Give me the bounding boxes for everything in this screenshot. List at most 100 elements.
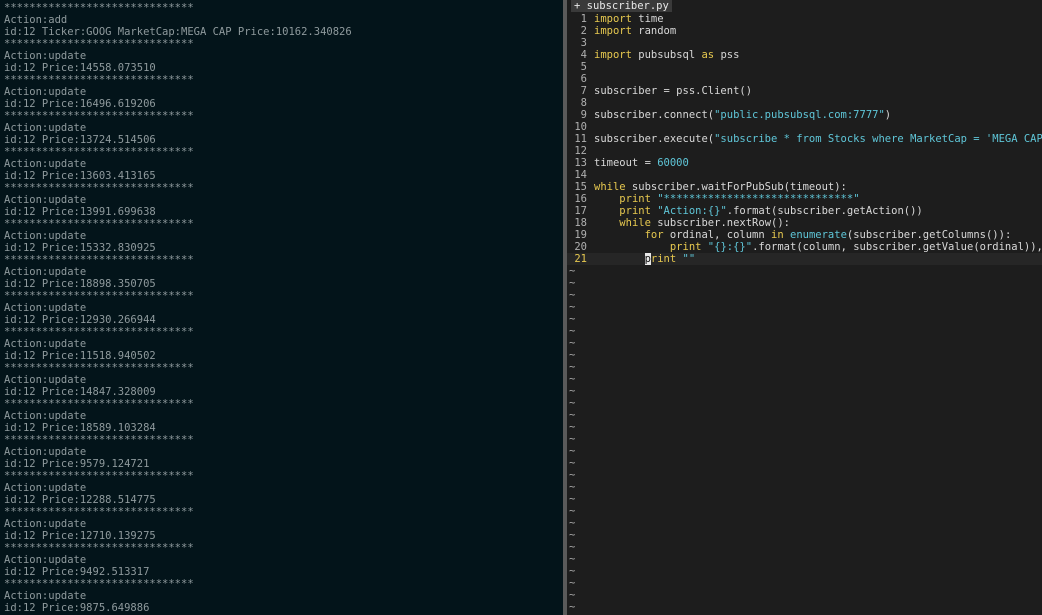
line-number: 19	[574, 229, 587, 241]
code-line[interactable]: 3	[567, 37, 1042, 49]
screen: ****************************** Action:add…	[0, 0, 1042, 615]
code-line[interactable]: 15 while subscriber.waitForPubSub(timeout…	[567, 181, 1042, 193]
code-token: import	[594, 49, 632, 61]
line-number: 2	[580, 25, 587, 37]
terminal-line: ******************************	[4, 542, 194, 554]
code-token: ordinal, column	[663, 229, 772, 241]
empty-line-tilde: ~	[569, 577, 576, 589]
code-line[interactable]: 16 print "******************************…	[567, 193, 1042, 205]
empty-line-tilde: ~	[569, 385, 576, 397]
empty-line-tilde: ~	[569, 541, 576, 553]
terminal-line: ******************************	[4, 434, 194, 446]
line-number: 9	[580, 109, 587, 121]
code-line[interactable]: 8	[567, 97, 1042, 109]
terminal-line: id:12 Price:18589.103284	[4, 422, 156, 434]
line-number: 8	[580, 97, 587, 109]
empty-line-tilde: ~	[569, 469, 576, 481]
terminal-line: Action:update	[4, 410, 87, 422]
terminal-pane[interactable]: ****************************** Action:add…	[0, 0, 563, 615]
terminal-line: ******************************	[4, 506, 194, 518]
code-token: subscriber = pss.Client()	[594, 85, 753, 97]
code-line[interactable]: 7 subscriber = pss.Client()	[567, 85, 1042, 97]
terminal-line: Action:add	[4, 14, 68, 26]
empty-line-tilde: ~	[569, 409, 576, 421]
code-line[interactable]: 2 import random	[567, 25, 1042, 37]
terminal-line: id:12 Price:18898.350705	[4, 278, 156, 290]
terminal-line: Action:update	[4, 302, 87, 314]
code-line[interactable]: 19 for ordinal, column in enumerate(subs…	[567, 229, 1042, 241]
terminal-line: id:12 Price:9492.513317	[4, 566, 150, 578]
code-line[interactable]: 12	[567, 145, 1042, 157]
terminal-line: ******************************	[4, 146, 194, 158]
code-line[interactable]: 13 timeout = 60000	[567, 157, 1042, 169]
terminal-line: id:12 Price:13991.699638	[4, 206, 156, 218]
code-line[interactable]: 14	[567, 169, 1042, 181]
code-line[interactable]: 10	[567, 121, 1042, 133]
terminal-line: Action:update	[4, 590, 87, 602]
terminal-line: Action:update	[4, 122, 87, 134]
terminal-line: ******************************	[4, 326, 194, 338]
terminal-line: ******************************	[4, 38, 194, 50]
editor-pane[interactable]: + subscriber.py 1 import time 2 import rand…	[567, 0, 1042, 615]
terminal-line: id:12 Price:14847.328009	[4, 386, 156, 398]
terminal-line: Action:update	[4, 50, 87, 62]
empty-line-tilde: ~	[569, 517, 576, 529]
terminal-line: Action:update	[4, 194, 87, 206]
terminal-line: Action:update	[4, 158, 87, 170]
code-line[interactable]: 17 print "Action:{}".format(subscriber.g…	[567, 205, 1042, 217]
code-line[interactable]: 9 subscriber.connect("public.pubsubsql.co…	[567, 109, 1042, 121]
code-token: in	[771, 229, 784, 241]
empty-line-tilde: ~	[569, 565, 576, 577]
line-number: 6	[580, 73, 587, 85]
code-token: subscriber.nextRow():	[650, 217, 790, 229]
code-token: while	[594, 181, 626, 193]
code-token: "Action:{}"	[657, 205, 727, 217]
terminal-line: ******************************	[4, 182, 194, 194]
code-token: .format(column, subscriber.getValue(ordi…	[752, 241, 1042, 253]
code-token: .format(subscriber.getAction())	[726, 205, 923, 217]
code-line[interactable]: 1 import time	[567, 13, 1042, 25]
terminal-line: ******************************	[4, 398, 194, 410]
code-line[interactable]: 4 import pubsubsql as pss	[567, 49, 1042, 61]
code-token: (subscriber.getColumns()):	[846, 229, 1012, 241]
code-token: "public.pubsubsql.com:7777"	[714, 109, 885, 121]
code-token: "subscribe * from Stocks where MarketCap…	[714, 133, 1042, 145]
line-number: 11	[574, 133, 587, 145]
code-line[interactable]: 21 print ""	[567, 253, 1042, 265]
empty-line-tilde: ~	[569, 457, 576, 469]
code-token: enumerate	[790, 229, 847, 241]
tab-subscriber-py[interactable]: + subscriber.py	[571, 0, 672, 12]
tab-bar: + subscriber.py	[567, 0, 1042, 12]
empty-line-tilde: ~	[569, 589, 576, 601]
code-token: random	[631, 25, 677, 37]
line-number: 3	[580, 37, 587, 49]
terminal-line: ******************************	[4, 290, 194, 302]
line-number: 4	[580, 49, 587, 61]
empty-line-tilde: ~	[569, 277, 576, 289]
code-token: "{}:{}"	[707, 241, 753, 253]
terminal-line: Action:update	[4, 266, 87, 278]
code-line[interactable]: 20 print "{}:{}".format(column, subscrib…	[567, 241, 1042, 253]
terminal-line: Action:update	[4, 518, 87, 530]
empty-line-tilde: ~	[569, 481, 576, 493]
code-token: as	[701, 49, 715, 61]
code-line[interactable]: 11 subscriber.execute("subscribe * from S…	[567, 133, 1042, 145]
code-line[interactable]: 5	[567, 61, 1042, 73]
line-number: 12	[574, 145, 587, 157]
line-number: 20	[574, 241, 587, 253]
code-token: print	[619, 205, 651, 217]
code-line[interactable]: 6	[567, 73, 1042, 85]
empty-line-tilde: ~	[569, 421, 576, 433]
terminal-line: ******************************	[4, 578, 194, 590]
terminal-line: id:12 Price:12288.514775	[4, 494, 156, 506]
empty-line-tilde: ~	[569, 301, 576, 313]
terminal-line: Action:update	[4, 374, 87, 386]
terminal-line: id:12 Price:16496.619206	[4, 98, 156, 110]
empty-line-tilde: ~	[569, 445, 576, 457]
code-line[interactable]: 18 while subscriber.nextRow():	[567, 217, 1042, 229]
